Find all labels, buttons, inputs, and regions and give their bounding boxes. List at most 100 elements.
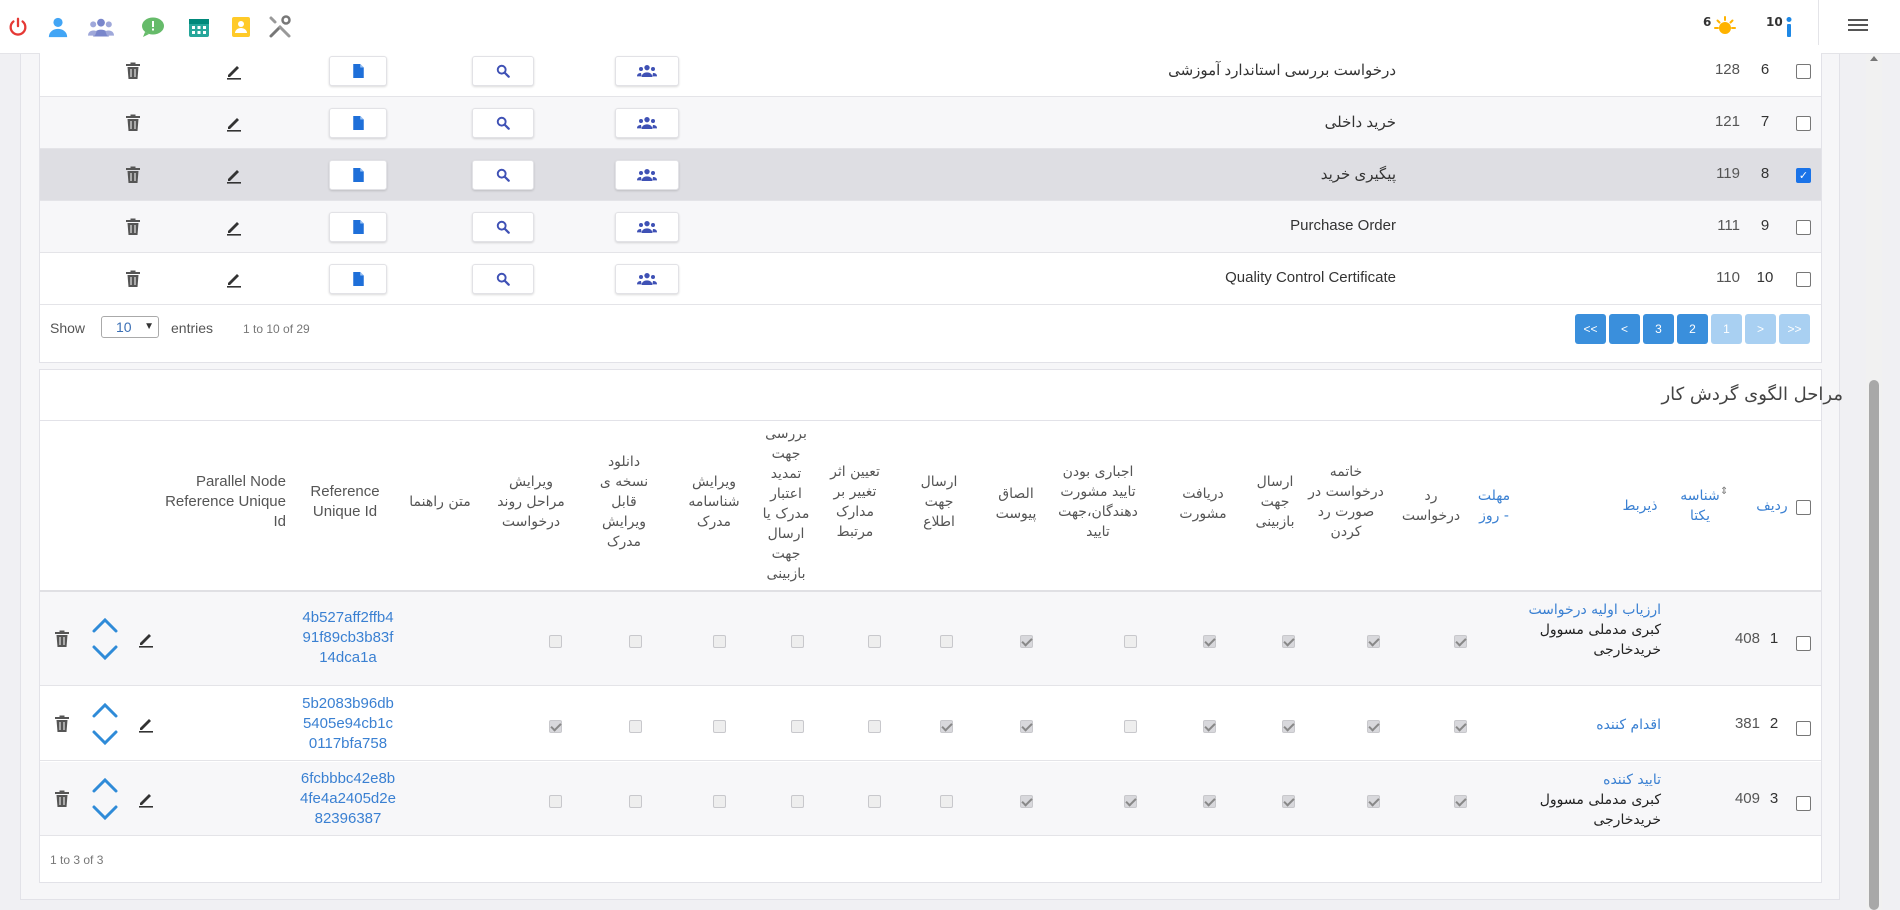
- users-icon: [637, 117, 657, 129]
- workflow-title: مراحل الگوی گردش کار: [1661, 384, 1843, 405]
- trash-icon[interactable]: [53, 630, 71, 648]
- users-icon[interactable]: [88, 14, 114, 40]
- search-button[interactable]: [472, 108, 534, 138]
- select-all-checkbox[interactable]: [1796, 500, 1811, 515]
- search-button[interactable]: [472, 264, 534, 294]
- row-number: 10: [1756, 269, 1774, 286]
- col-beneficiary[interactable]: ذیربط: [1610, 496, 1670, 516]
- col-reject: رد درخواست: [1401, 488, 1461, 524]
- page-2-button[interactable]: 2: [1677, 314, 1708, 344]
- edit-icon[interactable]: [225, 218, 243, 236]
- user-icon[interactable]: [45, 14, 71, 40]
- row-checkbox[interactable]: ✓: [1796, 168, 1811, 183]
- send-info-checkbox: [940, 795, 953, 808]
- row-checkbox[interactable]: [1796, 116, 1811, 131]
- participants-button[interactable]: [615, 264, 679, 294]
- col-reference-uid: Reference Unique Id: [310, 483, 380, 520]
- edit-icon[interactable]: [225, 62, 243, 80]
- edit-icon[interactable]: [137, 715, 155, 733]
- table-row: 3 409 تایید کننده کبری مدملی مسوول خریدخا…: [40, 762, 1821, 836]
- participants-button[interactable]: [615, 212, 679, 242]
- file-button[interactable]: [329, 56, 387, 86]
- scrollbar-thumb[interactable]: [1869, 380, 1879, 910]
- col-row[interactable]: ردیف: [1754, 496, 1790, 516]
- edit-icon[interactable]: [225, 166, 243, 184]
- menu-icon[interactable]: [1848, 16, 1868, 34]
- participants-button[interactable]: [615, 108, 679, 138]
- edit-icon[interactable]: [137, 630, 155, 648]
- col-parallel-reference: Parallel Node Reference Unique Id: [165, 473, 286, 530]
- row-checkbox[interactable]: [1796, 721, 1811, 736]
- row-number: 9: [1760, 217, 1770, 234]
- step-role-link[interactable]: ارزیاب اولیه درخواست: [1501, 600, 1661, 620]
- move-up-icon[interactable]: [90, 776, 120, 794]
- trash-icon[interactable]: [124, 62, 142, 80]
- move-up-icon[interactable]: [90, 616, 120, 634]
- row-checkbox[interactable]: [1796, 64, 1811, 79]
- edit-flow-checkbox: [549, 720, 562, 733]
- row-checkbox[interactable]: [1796, 272, 1811, 287]
- search-button[interactable]: [472, 160, 534, 190]
- chat-icon[interactable]: [140, 14, 166, 40]
- calendar-icon[interactable]: [186, 14, 212, 40]
- row-title: Quality Control Certificate: [1225, 269, 1396, 286]
- search-button[interactable]: [472, 56, 534, 86]
- edit-icon[interactable]: [225, 114, 243, 132]
- move-down-icon[interactable]: [90, 804, 120, 822]
- file-button[interactable]: [329, 160, 387, 190]
- tools-icon[interactable]: [267, 14, 293, 40]
- page-1-button[interactable]: 1: [1711, 314, 1742, 344]
- file-icon: [352, 220, 364, 234]
- info-icon[interactable]: [1776, 14, 1802, 40]
- page-prev-button[interactable]: <: [1609, 314, 1640, 344]
- page-size-select[interactable]: 10 ▼: [101, 316, 159, 338]
- col-mandatory-consult: اجباری بودن تایید مشورت دهندگان،جهت تایی…: [1058, 464, 1138, 540]
- move-down-icon[interactable]: [90, 729, 120, 747]
- step-role-link[interactable]: تایید کننده: [1501, 770, 1661, 790]
- page-last-button[interactable]: >>: [1779, 314, 1810, 344]
- participants-button[interactable]: [615, 160, 679, 190]
- search-button[interactable]: [472, 212, 534, 242]
- sun-alert-icon[interactable]: [1712, 14, 1738, 40]
- trash-icon[interactable]: [124, 270, 142, 288]
- row-checkbox[interactable]: [1796, 220, 1811, 235]
- table-row: 6 128 درخواست بررسی استاندارد آموزشی: [40, 45, 1821, 97]
- col-deadline[interactable]: مهلت - روز: [1476, 486, 1512, 526]
- trash-icon[interactable]: [124, 218, 142, 236]
- sort-icon[interactable]: ⇕: [1720, 486, 1728, 497]
- row-checkbox[interactable]: [1796, 636, 1811, 651]
- contact-card-icon[interactable]: [228, 14, 254, 40]
- page-scrollbar[interactable]: [1866, 54, 1882, 910]
- edit-icon[interactable]: [137, 790, 155, 808]
- file-button[interactable]: [329, 264, 387, 294]
- file-icon: [352, 64, 364, 78]
- trash-icon[interactable]: [124, 166, 142, 184]
- edit-icon[interactable]: [225, 270, 243, 288]
- move-up-icon[interactable]: [90, 701, 120, 719]
- page-first-button[interactable]: <<: [1575, 314, 1606, 344]
- change-effect-checkbox: [868, 635, 881, 648]
- edit-doc-id-checkbox: [713, 720, 726, 733]
- row-checkbox[interactable]: [1796, 796, 1811, 811]
- participants-button[interactable]: [615, 56, 679, 86]
- row-id: 409: [1734, 790, 1760, 807]
- col-guide: متن راهنما: [409, 494, 471, 510]
- power-icon[interactable]: [5, 14, 31, 40]
- scroll-up-icon[interactable]: [1870, 56, 1878, 61]
- page-next-button[interactable]: >: [1745, 314, 1776, 344]
- move-down-icon[interactable]: [90, 644, 120, 662]
- file-button[interactable]: [329, 212, 387, 242]
- edit-flow-checkbox: [549, 795, 562, 808]
- trash-icon[interactable]: [124, 114, 142, 132]
- send-review-checkbox: [1282, 795, 1295, 808]
- users-icon: [637, 65, 657, 77]
- send-info-checkbox: [940, 635, 953, 648]
- step-role-link[interactable]: اقدام کننده: [1501, 715, 1661, 735]
- step-name: اقدام کننده: [1501, 715, 1661, 735]
- trash-icon[interactable]: [53, 790, 71, 808]
- file-button[interactable]: [329, 108, 387, 138]
- page-3-button[interactable]: 3: [1643, 314, 1674, 344]
- ref-line: 4b527aff2ffb4: [302, 609, 394, 626]
- download-copy-checkbox: [629, 720, 642, 733]
- trash-icon[interactable]: [53, 715, 71, 733]
